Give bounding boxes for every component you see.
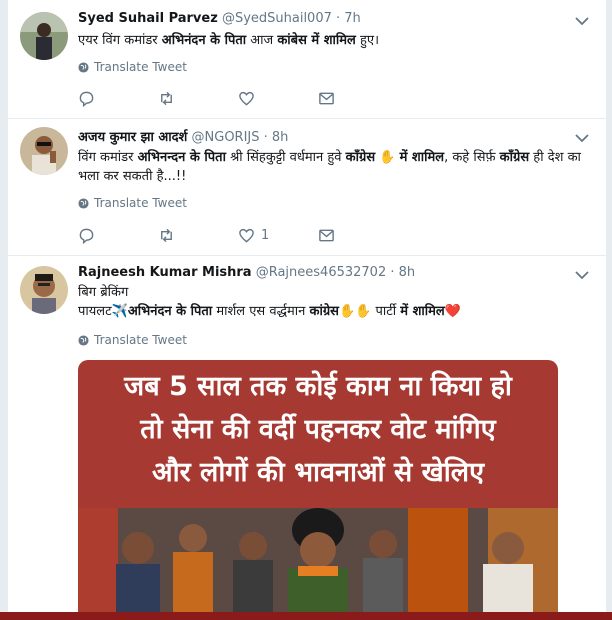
page-edge (606, 0, 612, 612)
translate-label[interactable]: Translate Tweet (94, 196, 187, 210)
media-caption-line: जब 5 साल तक कोई काम ना किया हो (124, 371, 512, 402)
user-handle[interactable]: @Rajnees46532702 (256, 265, 387, 280)
media-caption-line: और लोगों की भावनाओं से खेलिए (151, 457, 484, 488)
reply-button[interactable] (78, 90, 158, 107)
separator: · (386, 265, 399, 280)
timeline: Syed Suhail Parvez @SyedSuhail007 · 7h ए… (8, 0, 606, 620)
text-segment-bold: कॉंग्रेस (499, 150, 530, 165)
reply-icon (79, 91, 94, 107)
chevron-down-icon[interactable] (574, 268, 590, 282)
text-segment: एयर विंग कमांडर (78, 33, 162, 48)
chevron-down-icon[interactable] (574, 14, 590, 28)
tweet[interactable]: Rajneesh Kumar Mishra @Rajnees46532702 ·… (8, 256, 606, 620)
text-segment: आज (246, 33, 278, 48)
media-photo (78, 508, 558, 620)
display-name[interactable]: Rajneesh Kumar Mishra (78, 265, 252, 280)
text-segment: ❤️ (444, 304, 461, 319)
timestamp[interactable]: 8h (399, 265, 416, 280)
tweet-header: Syed Suhail Parvez @SyedSuhail007 · 7h (78, 11, 576, 26)
like-button[interactable]: 1 (238, 227, 318, 244)
translate-label[interactable]: Translate Tweet (94, 60, 187, 74)
reply-button[interactable] (78, 227, 158, 244)
user-handle[interactable]: @SyedSuhail007 (222, 11, 332, 26)
text-line: बिग ब्रेकिंग (78, 285, 129, 300)
text-segment-bold: में शामिल (400, 304, 445, 319)
text-segment: , कहे सिर्फ़ (444, 150, 500, 165)
text-segment: ✋ (375, 150, 400, 165)
translate-tweet-link[interactable]: Translate Tweet (78, 60, 187, 74)
tweet-media-image[interactable]: जब 5 साल तक कोई काम ना किया हो तो सेना क… (78, 360, 558, 620)
text-segment-bold: में शामिल (399, 150, 445, 165)
translate-tweet-link[interactable]: Translate Tweet (78, 333, 187, 347)
text-segment: श्री सिंहकुट्टी वर्धमान हुवे (225, 150, 346, 165)
chevron-down-icon[interactable] (574, 131, 590, 145)
like-button[interactable] (238, 90, 318, 107)
translate-tweet-link[interactable]: Translate Tweet (78, 196, 187, 210)
translate-label[interactable]: Translate Tweet (94, 333, 187, 347)
display-name[interactable]: Syed Suhail Parvez (78, 11, 218, 26)
text-segment: हुए। (355, 33, 380, 48)
tweet-text: विंग कमांडर अभिनन्दन के पिता श्री सिंहकु… (78, 148, 588, 186)
message-icon (319, 92, 334, 105)
display-name[interactable]: अजय कुमार झा आदर्श (78, 130, 187, 145)
avatar[interactable] (20, 266, 68, 314)
tweet-header: अजय कुमार झा आदर्श @NGORIJS · 8h (78, 127, 576, 145)
text-segment-bold: कॉंग्रेस (345, 150, 376, 165)
like-icon (239, 228, 254, 243)
tweet-text: बिग ब्रेकिंग पायलट✈️अभिनंदन के पिता मार्… (78, 283, 588, 321)
tweet[interactable]: Syed Suhail Parvez @SyedSuhail007 · 7h ए… (8, 0, 606, 119)
message-icon (319, 229, 334, 242)
text-segment: ✋✋ पार्टी (338, 304, 401, 319)
tweet-text: एयर विंग कमांडर अभिनंदन के पिता आज कांबे… (78, 31, 588, 50)
tweet-header: Rajneesh Kumar Mishra @Rajnees46532702 ·… (78, 265, 576, 280)
globe-icon (78, 197, 89, 209)
bottom-bar (0, 612, 612, 620)
text-segment: मार्शल एस वर्द्धमान (212, 304, 310, 319)
text-segment-bold: कांबेस में शामिल (277, 33, 356, 48)
text-segment-bold: कांग्रेस (309, 304, 339, 319)
user-handle[interactable]: @NGORIJS (192, 130, 260, 145)
media-banner: जब 5 साल तक कोई काम ना किया हो तो सेना क… (78, 360, 558, 508)
tweet-actions: 1 (78, 227, 398, 244)
avatar[interactable] (20, 12, 68, 60)
retweet-icon (161, 91, 172, 106)
retweet-icon (161, 228, 172, 243)
retweet-button[interactable] (158, 90, 238, 107)
tweet-actions (78, 90, 398, 107)
text-segment-bold: अभिनन्दन के पिता (137, 150, 226, 165)
direct-message-button[interactable] (318, 227, 398, 244)
avatar[interactable] (20, 127, 68, 175)
separator: · (259, 130, 272, 145)
text-segment: पायलट✈️ (78, 304, 128, 319)
direct-message-button[interactable] (318, 90, 398, 107)
text-segment-bold: अभिनंदन के पिता (161, 33, 247, 48)
separator: · (331, 11, 345, 26)
reply-icon (79, 228, 94, 244)
text-line: पायलट✈️अभिनंदन के पिता मार्शल एस वर्द्धम… (78, 302, 588, 321)
globe-icon (78, 334, 89, 346)
globe-icon (78, 61, 89, 73)
timestamp[interactable]: 7h (344, 11, 361, 26)
timestamp[interactable]: 8h (272, 130, 289, 145)
like-icon (239, 91, 254, 106)
text-segment-bold: अभिनंदन के पिता (127, 304, 213, 319)
tweet[interactable]: अजय कुमार झा आदर्श @NGORIJS · 8h विंग कम… (8, 119, 606, 256)
text-segment: विंग कमांडर (78, 150, 138, 165)
like-count: 1 (261, 228, 270, 243)
retweet-button[interactable] (158, 227, 238, 244)
media-caption-line: तो सेना की वर्दी पहनकर वोट मांगिए (140, 414, 496, 445)
